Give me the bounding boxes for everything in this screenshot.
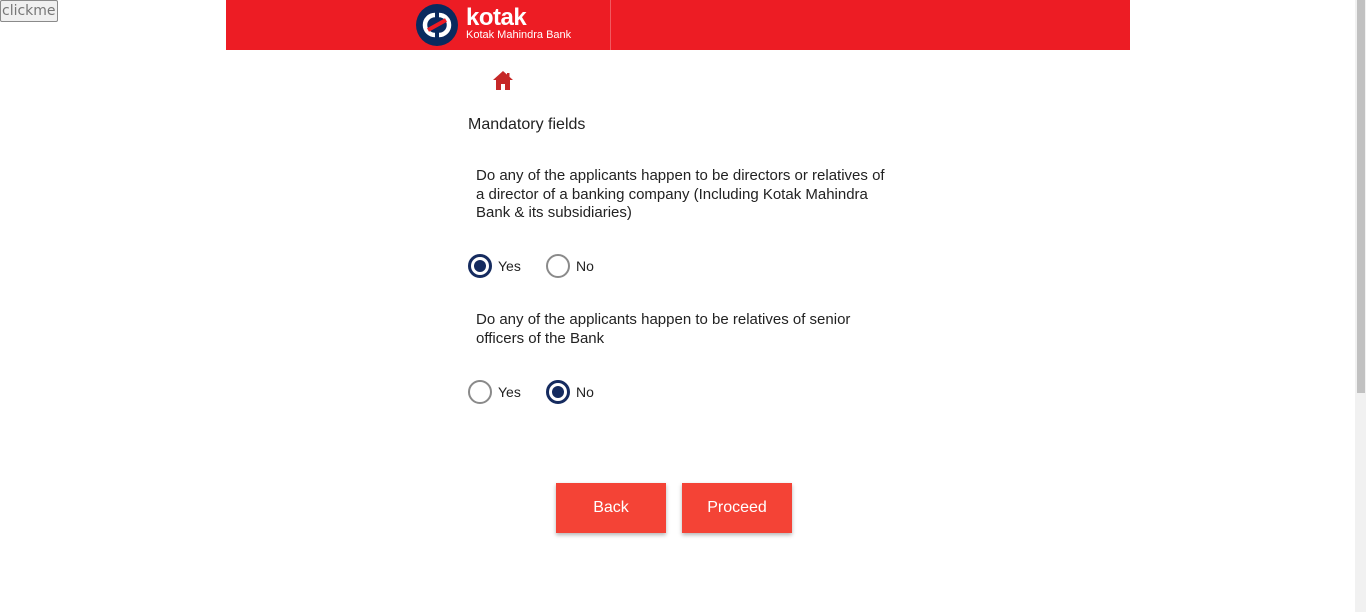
proceed-button[interactable]: Proceed <box>682 483 792 533</box>
radio-label: No <box>576 258 594 274</box>
back-button[interactable]: Back <box>556 483 666 533</box>
vertical-scrollbar[interactable] <box>1355 0 1366 612</box>
radio-button[interactable] <box>468 380 492 404</box>
radio-button-checked[interactable] <box>468 254 492 278</box>
radio-label: Yes <box>498 258 521 274</box>
radio-directors-no[interactable]: No <box>546 254 596 278</box>
radio-senior-officers-no[interactable]: No <box>546 380 596 404</box>
header-divider <box>610 0 611 50</box>
kotak-logo-icon <box>416 4 458 46</box>
header-bar: kotak Kotak Mahindra Bank <box>226 0 1130 50</box>
radio-label: Yes <box>498 384 521 400</box>
scrollbar-thumb[interactable] <box>1357 0 1365 393</box>
mandatory-fields-label: Mandatory fields <box>468 116 586 133</box>
kotak-logo[interactable]: kotak Kotak Mahindra Bank <box>416 4 611 46</box>
radio-directors-yes[interactable]: Yes <box>468 254 528 278</box>
question-senior-officers: Do any of the applicants happen to be re… <box>476 311 851 347</box>
radio-button[interactable] <box>546 254 570 278</box>
home-icon[interactable] <box>492 70 514 91</box>
radio-button-checked[interactable] <box>546 380 570 404</box>
brand-subtitle: Kotak Mahindra Bank <box>466 29 572 41</box>
clickme-button[interactable]: clickme <box>0 0 58 22</box>
radio-senior-officers-yes[interactable]: Yes <box>468 380 528 404</box>
question-directors: Do any of the applicants happen to be di… <box>476 167 885 221</box>
radio-label: No <box>576 384 594 400</box>
brand-name: kotak <box>466 4 527 31</box>
